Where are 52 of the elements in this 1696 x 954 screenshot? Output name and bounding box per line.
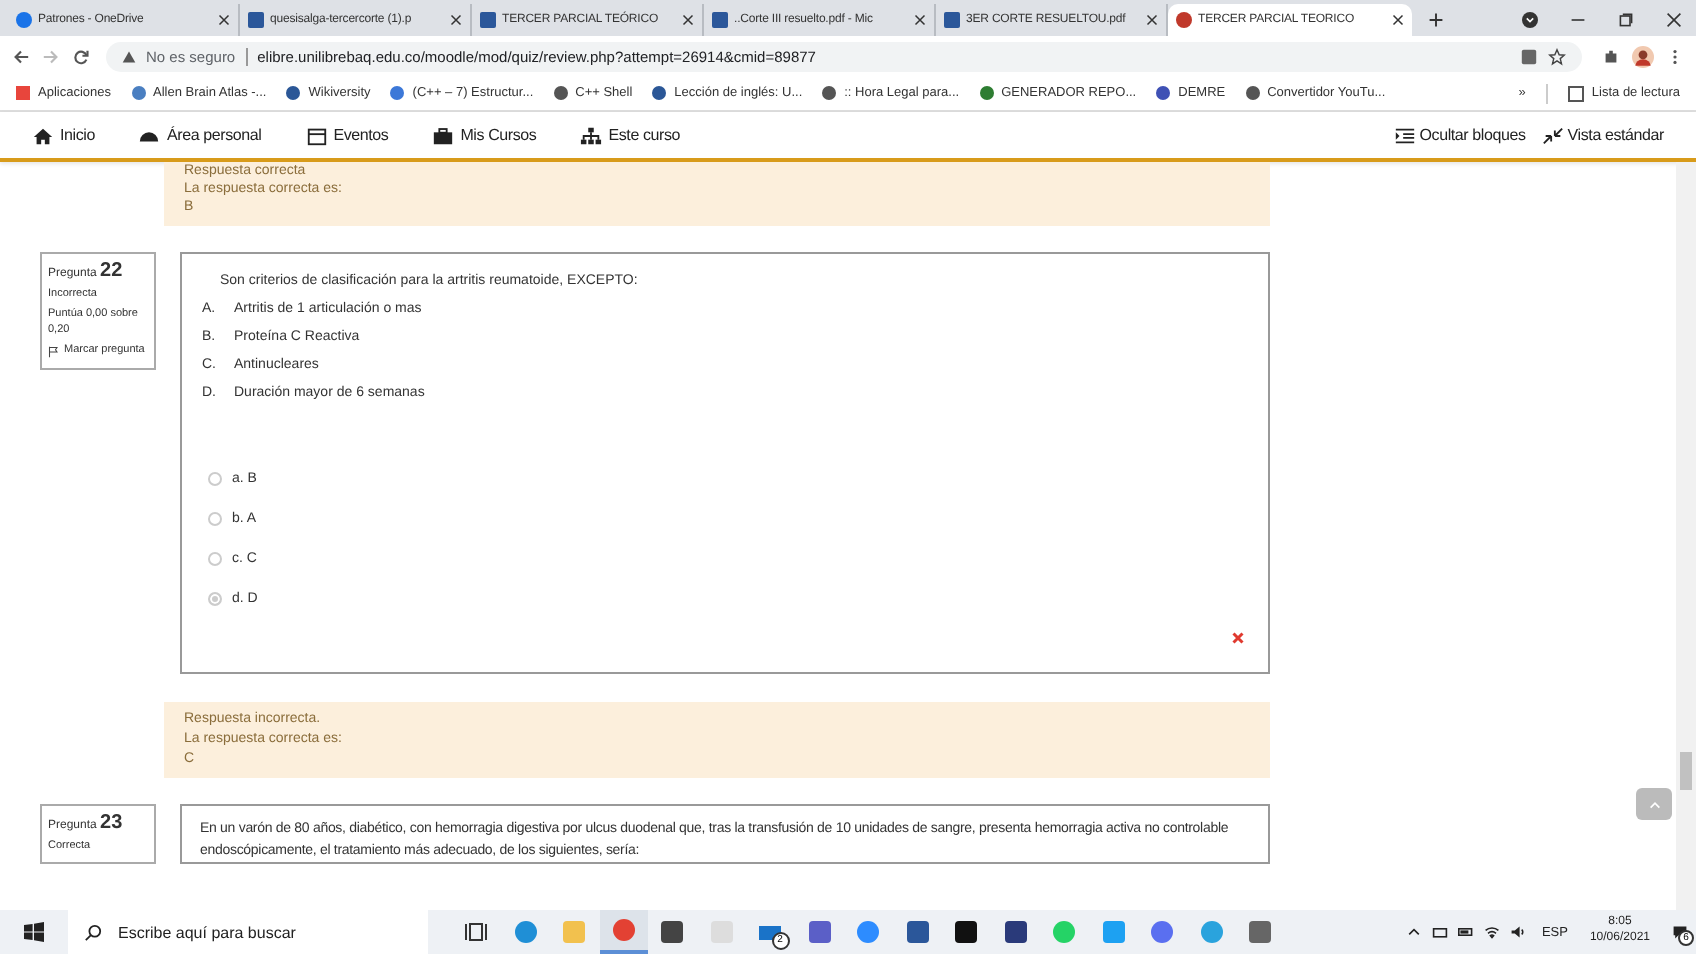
avatar-icon[interactable] bbox=[1632, 45, 1654, 67]
nav-link[interactable]: Este curso bbox=[580, 125, 681, 145]
house-icon bbox=[32, 125, 54, 145]
tab-favicon-icon bbox=[248, 12, 264, 28]
chevron-up-icon[interactable] bbox=[1405, 924, 1422, 940]
chevron-up-icon bbox=[1647, 797, 1661, 811]
close-icon[interactable] bbox=[1392, 14, 1404, 26]
sitemap-icon bbox=[580, 125, 603, 145]
close-icon[interactable] bbox=[218, 14, 230, 26]
search-icon bbox=[84, 923, 102, 941]
briefcase-icon bbox=[432, 125, 455, 145]
restore-icon[interactable] bbox=[1618, 12, 1634, 28]
close-icon[interactable] bbox=[682, 14, 694, 26]
app-icon[interactable] bbox=[1003, 920, 1028, 944]
nav-link[interactable]: Área personal bbox=[138, 125, 262, 145]
battery-icon[interactable] bbox=[1457, 924, 1474, 940]
radio-button[interactable] bbox=[208, 512, 222, 526]
tab-favicon-icon bbox=[944, 12, 960, 28]
close-icon[interactable] bbox=[914, 14, 926, 26]
nav-link[interactable]: Ocultar bloques bbox=[1393, 125, 1526, 145]
close-icon[interactable] bbox=[1146, 14, 1158, 26]
tab-favicon-icon bbox=[712, 12, 728, 28]
radio-button[interactable] bbox=[208, 472, 222, 486]
back-arrow-icon[interactable] bbox=[12, 47, 30, 65]
speaker-icon[interactable] bbox=[1509, 924, 1526, 940]
profile-dropdown-icon[interactable] bbox=[1522, 12, 1538, 28]
calendar-icon bbox=[305, 125, 328, 145]
taskbar-search-field[interactable]: Escribe aquí para buscar bbox=[68, 910, 428, 954]
app-icon[interactable] bbox=[954, 920, 979, 944]
nav-link[interactable]: Inicio bbox=[32, 125, 95, 145]
mail-icon[interactable] bbox=[758, 920, 783, 944]
windows-start-icon[interactable] bbox=[24, 922, 44, 942]
radio-button[interactable] bbox=[208, 592, 222, 606]
radio-button[interactable] bbox=[208, 552, 222, 566]
collapse-arrows-icon bbox=[1541, 125, 1564, 145]
tab-favicon-icon bbox=[1176, 12, 1192, 28]
flag-icon[interactable] bbox=[48, 346, 60, 359]
close-icon[interactable] bbox=[1666, 12, 1682, 28]
reload-icon[interactable] bbox=[72, 47, 90, 65]
warning-icon bbox=[122, 49, 136, 63]
wifi-icon[interactable] bbox=[1483, 924, 1500, 940]
close-icon[interactable] bbox=[450, 14, 462, 26]
indent-list-icon bbox=[1393, 125, 1416, 145]
tab-favicon-icon bbox=[480, 12, 496, 28]
new-tab-icon[interactable] bbox=[1428, 12, 1444, 28]
nav-link[interactable]: Vista estándar bbox=[1541, 125, 1664, 145]
star-icon[interactable] bbox=[1548, 47, 1566, 65]
tab-favicon-icon bbox=[16, 12, 32, 28]
task-view-icon[interactable] bbox=[464, 920, 489, 944]
scrollbar-thumb[interactable] bbox=[1680, 752, 1692, 790]
nav-link[interactable]: Eventos bbox=[305, 125, 389, 145]
nav-link[interactable]: Mis Cursos bbox=[432, 125, 537, 145]
